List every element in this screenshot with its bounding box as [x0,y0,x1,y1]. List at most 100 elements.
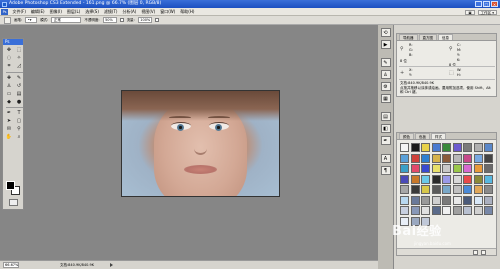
style-swatch[interactable] [484,195,493,205]
style-swatch[interactable] [484,174,493,184]
actions-panel-icon[interactable]: ▶ [380,40,391,49]
style-swatch[interactable] [473,164,483,173]
tab-navigator[interactable]: 导航器 [399,34,418,40]
minimize-button[interactable]: _ [475,1,482,7]
style-swatch[interactable] [463,185,472,194]
style-swatch[interactable] [421,174,430,184]
style-swatch[interactable] [410,206,420,215]
menu-view[interactable]: 视图(V) [139,8,158,16]
style-swatch[interactable] [421,164,430,173]
pen-tool-icon[interactable]: ✒ [5,110,14,117]
style-swatch[interactable] [484,153,493,163]
style-swatch[interactable] [431,206,441,215]
style-swatch[interactable] [431,174,441,184]
menu-image[interactable]: 图像(I) [47,8,64,16]
style-swatch[interactable] [421,185,430,194]
style-swatch[interactable] [484,143,493,152]
menu-window[interactable]: 窗口(W) [158,8,178,16]
style-swatch[interactable] [400,206,409,215]
style-swatch[interactable] [421,153,430,163]
tab-styles[interactable]: 样式 [431,133,446,139]
brush-picker[interactable]: •▾ [25,17,38,23]
history-brush-tool-icon[interactable]: ↺ [15,82,24,89]
style-swatch[interactable] [431,195,441,205]
style-swatch[interactable] [452,174,462,184]
brush-tool-icon[interactable]: ✎ [15,74,24,81]
style-swatch[interactable] [431,185,441,194]
paths-panel-icon[interactable]: ✒ [380,136,391,145]
move-tool-icon[interactable]: ✥ [5,47,14,54]
path-selection-tool-icon[interactable]: ➤ [5,118,14,125]
style-swatch[interactable] [463,174,472,184]
crop-tool-icon[interactable]: ⌗ [5,63,14,70]
style-swatch[interactable] [463,206,472,215]
magic-wand-tool-icon[interactable]: ✧ [15,55,24,62]
style-swatch[interactable] [473,195,483,205]
slice-tool-icon[interactable]: ◿ [15,63,24,70]
mode-select[interactable]: 正常 [51,17,82,23]
style-swatch[interactable] [484,185,493,194]
style-swatch[interactable] [400,185,409,194]
menu-select[interactable]: 选择(S) [83,8,102,16]
style-swatch[interactable] [431,153,441,163]
menu-filter[interactable]: 滤镜(T) [101,8,120,16]
eyedropper-tool-icon[interactable]: ⚲ [15,126,24,133]
lasso-tool-icon[interactable]: ◌ [5,55,14,62]
style-swatch[interactable] [410,174,420,184]
dodge-tool-icon[interactable]: ● [15,98,24,105]
delete-style-icon[interactable] [481,250,486,255]
style-swatch[interactable] [410,164,420,173]
style-swatch[interactable] [484,164,493,173]
style-swatch[interactable] [421,143,430,152]
healing-brush-tool-icon[interactable]: ✚ [5,74,14,81]
history-panel-icon[interactable]: ⟲ [380,28,391,37]
flow-input[interactable]: 100% [137,17,152,23]
style-swatch[interactable] [410,195,420,205]
tab-histogram[interactable]: 直方图 [418,34,437,40]
foreground-color-swatch[interactable] [6,181,15,190]
style-swatch[interactable] [452,153,462,163]
quick-mask-button[interactable] [9,199,18,206]
clone-source-panel-icon[interactable]: ♙ [380,70,391,79]
style-swatch[interactable] [473,153,483,163]
style-swatch[interactable] [431,164,441,173]
maximize-button[interactable]: □ [483,1,490,7]
workspace-button[interactable]: 工作区 ▾ [477,9,497,15]
eraser-tool-icon[interactable]: ▭ [5,90,14,97]
menu-help[interactable]: 帮助(H) [178,8,197,16]
type-tool-icon[interactable]: T [15,110,24,117]
style-swatch[interactable] [442,195,451,205]
style-swatch[interactable] [400,174,409,184]
style-swatch[interactable] [452,143,462,152]
layer-comps-panel-icon[interactable]: ▦ [380,94,391,103]
style-swatch[interactable] [452,206,462,215]
opacity-input[interactable]: 50% [102,17,117,23]
layers-panel-icon[interactable]: ▤ [380,112,391,121]
new-style-icon[interactable] [473,250,478,255]
marquee-tool-icon[interactable]: ⬚ [15,47,24,54]
blur-tool-icon[interactable]: ◆ [5,98,14,105]
style-swatch[interactable] [442,174,451,184]
style-swatch[interactable] [452,185,462,194]
style-swatch[interactable] [473,174,483,184]
style-swatch[interactable] [442,153,451,163]
paragraph-panel-icon[interactable]: ¶ [380,166,391,175]
style-swatch[interactable] [442,185,451,194]
zoom-tool-icon[interactable]: ⌕ [15,134,24,141]
style-swatch[interactable] [452,164,462,173]
menu-file[interactable]: 文件(F) [10,8,28,16]
style-swatch[interactable] [442,143,451,152]
style-swatch[interactable] [473,206,483,215]
style-swatch[interactable] [410,153,420,163]
style-swatch[interactable] [463,195,472,205]
document-canvas[interactable] [121,90,280,197]
style-swatch[interactable] [484,206,493,215]
style-swatch[interactable] [400,164,409,173]
style-swatch[interactable] [442,164,451,173]
shape-tool-icon[interactable]: ▢ [15,118,24,125]
hand-tool-icon[interactable]: ✋ [5,134,14,141]
style-swatch[interactable] [473,185,483,194]
style-swatch[interactable] [400,143,409,152]
tab-color[interactable]: 颜色 [399,133,414,139]
style-swatch[interactable] [452,195,462,205]
